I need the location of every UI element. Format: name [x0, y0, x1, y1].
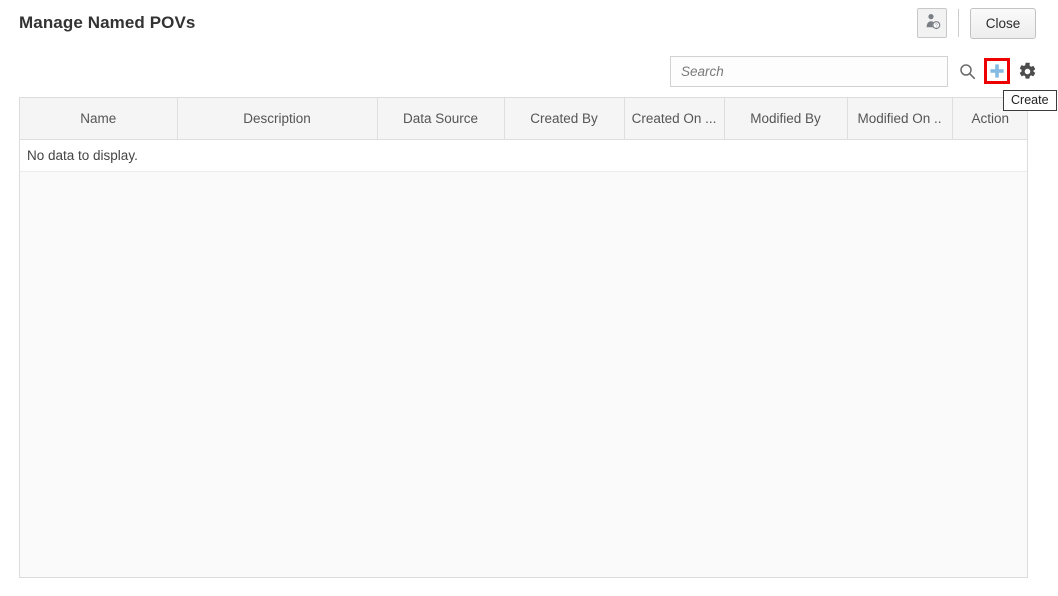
header-divider [958, 9, 959, 37]
plus-icon [990, 64, 1004, 78]
create-tooltip: Create [1003, 90, 1057, 111]
column-header-created-by[interactable]: Created By [504, 98, 625, 140]
column-header-name[interactable]: Name [20, 98, 178, 140]
grid-body: No data to display. [20, 139, 1027, 172]
svg-text:?: ? [934, 23, 937, 29]
column-header-data-source[interactable]: Data Source [377, 98, 505, 140]
search-box[interactable] [670, 55, 948, 87]
user-info-icon: ? [924, 13, 941, 33]
header-row: Name Description Data Source Created By … [20, 98, 1027, 140]
create-button[interactable] [984, 58, 1010, 84]
grid-header: Name Description Data Source Created By … [20, 98, 1027, 140]
dialog-header: Manage Named POVs ? Close [0, 0, 1058, 48]
column-header-description[interactable]: Description [177, 98, 378, 140]
column-header-modified-on[interactable]: Modified On .. [847, 98, 953, 140]
search-input[interactable] [679, 62, 939, 80]
manage-named-povs-dialog: Manage Named POVs ? Close Search Create … [0, 0, 1058, 596]
search-button[interactable] [955, 59, 979, 83]
search-icon [959, 63, 975, 79]
column-header-modified-by[interactable]: Modified By [724, 98, 848, 140]
gear-icon [1019, 62, 1035, 79]
user-info-button[interactable]: ? [917, 8, 947, 38]
empty-state-message: No data to display. [20, 139, 1027, 172]
povs-table: Name Description Data Source Created By … [19, 97, 1028, 578]
empty-state-row: No data to display. [20, 139, 1027, 172]
settings-button[interactable] [1016, 60, 1038, 82]
header-actions: ? Close [917, 7, 1036, 39]
povs-grid: Name Description Data Source Created By … [20, 98, 1027, 172]
column-header-created-on[interactable]: Created On ... [624, 98, 725, 140]
table-toolbar [670, 55, 1038, 87]
page-title: Manage Named POVs [19, 13, 196, 32]
close-button[interactable]: Close [970, 7, 1036, 39]
grid-empty-area [20, 172, 1027, 577]
